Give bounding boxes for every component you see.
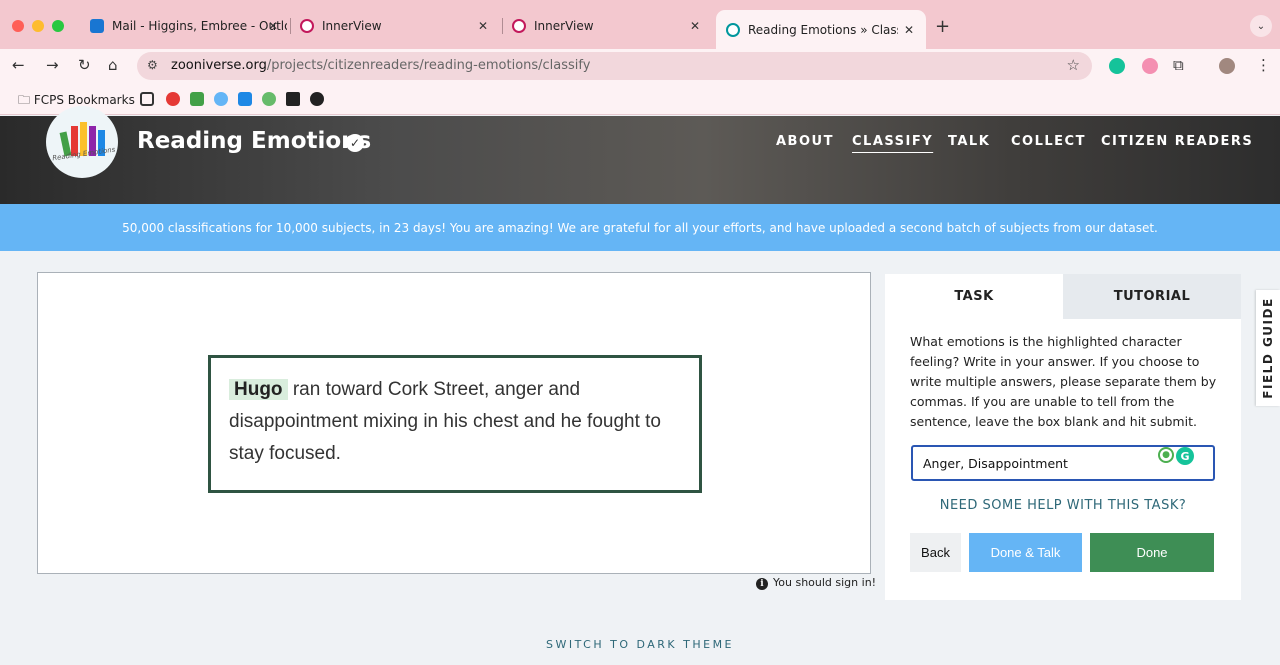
nav-talk[interactable]: TALK xyxy=(948,134,990,149)
browser-tab-bar: Mail - Higgins, Embree - Outlo ✕ InnerVi… xyxy=(0,0,1280,49)
close-tab-icon[interactable]: ✕ xyxy=(690,19,700,33)
switch-theme-link[interactable]: SWITCH TO DARK THEME xyxy=(0,638,1280,651)
bookmark-star-icon[interactable]: ☆ xyxy=(1067,56,1080,74)
close-tab-icon[interactable]: ✕ xyxy=(904,23,914,37)
project-title[interactable]: Reading Emotions xyxy=(137,128,371,154)
tab-tutorial[interactable]: TUTORIAL xyxy=(1063,274,1241,319)
new-tab-button[interactable]: + xyxy=(935,16,950,37)
tab-search-button[interactable]: ⌄ xyxy=(1250,15,1272,37)
back-arrow-icon[interactable]: ← xyxy=(12,56,25,74)
outlook-icon xyxy=(90,19,104,33)
innerview-icon xyxy=(300,19,314,33)
close-window-button[interactable] xyxy=(12,20,24,32)
tab-title: InnerView xyxy=(322,19,382,33)
profile-avatar[interactable] xyxy=(1219,58,1235,74)
nav-classify[interactable]: CLASSIFY xyxy=(852,134,933,149)
bookmark-icon[interactable] xyxy=(214,92,228,106)
nav-collect[interactable]: COLLECT xyxy=(1011,134,1086,149)
bookmark-icon[interactable] xyxy=(262,92,276,106)
url-text: zooniverse.org/projects/citizenreaders/r… xyxy=(171,58,591,73)
apps-grid-icon[interactable] xyxy=(140,92,154,106)
tab-title: Reading Emotions » Classify xyxy=(748,22,898,37)
nav-citizen-readers[interactable]: CITIZEN READERS xyxy=(1101,134,1253,149)
extensions-puzzle-icon[interactable]: ⧉ xyxy=(1173,56,1184,74)
project-logo[interactable]: Reading Emotions xyxy=(46,106,118,178)
info-icon: i xyxy=(756,578,768,590)
nav-about[interactable]: ABOUT xyxy=(776,134,834,149)
innerview-icon xyxy=(512,19,526,33)
extension-icon[interactable] xyxy=(1142,58,1158,74)
field-guide-button[interactable]: FIELD GUIDE xyxy=(1256,290,1280,406)
close-tab-icon[interactable]: ✕ xyxy=(478,19,488,33)
forward-arrow-icon[interactable]: → xyxy=(46,56,59,74)
bookmark-icon[interactable] xyxy=(190,92,204,106)
grammarly-widget[interactable]: ● G xyxy=(1158,447,1194,465)
announcement-banner: 50,000 classifications for 10,000 subjec… xyxy=(0,204,1280,251)
home-icon[interactable]: ⌂ xyxy=(108,56,118,74)
browser-tab-innerview-2[interactable]: InnerView ✕ xyxy=(512,12,712,40)
task-panel: TASK TUTORIAL What emotions is the highl… xyxy=(885,274,1241,600)
highlighted-character: Hugo xyxy=(229,379,288,400)
browser-toolbar: ← → ↻ ⌂ ⚙ zooniverse.org/projects/citize… xyxy=(0,49,1280,83)
grammarly-icon[interactable]: G xyxy=(1176,447,1194,465)
reload-icon[interactable]: ↻ xyxy=(78,56,91,74)
done-and-talk-button[interactable]: Done & Talk xyxy=(969,533,1082,572)
zooniverse-icon xyxy=(726,22,740,37)
subject-sentence: Hugo ran toward Cork Street, anger and d… xyxy=(208,355,702,493)
globe-icon[interactable] xyxy=(310,92,324,106)
done-button[interactable]: Done xyxy=(1090,533,1214,572)
bookmarks-bar: 🗀 FCPS Bookmarks xyxy=(0,83,1280,115)
bookmark-icon[interactable] xyxy=(166,92,180,106)
task-question: What emotions is the highlighted charact… xyxy=(910,334,1217,429)
signin-notice[interactable]: i You should sign in! xyxy=(756,576,876,590)
tab-title: Mail - Higgins, Embree - Outlo xyxy=(112,19,287,33)
project-header: Reading Emotions Reading Emotions ✓ ABOU… xyxy=(0,106,1280,204)
browser-menu-icon[interactable]: ⋮ xyxy=(1256,56,1271,74)
browser-tab-mail[interactable]: Mail - Higgins, Embree - Outlo ✕ xyxy=(90,12,290,40)
site-settings-icon[interactable]: ⚙ xyxy=(147,58,158,72)
book-icon[interactable] xyxy=(286,92,300,106)
minimize-window-button[interactable] xyxy=(32,20,44,32)
address-bar[interactable]: ⚙ zooniverse.org/projects/citizenreaders… xyxy=(137,52,1092,80)
browser-tab-innerview-1[interactable]: InnerView ✕ xyxy=(300,12,500,40)
lightbulb-icon[interactable]: ● xyxy=(1158,447,1174,463)
grammarly-extension-icon[interactable] xyxy=(1109,58,1125,74)
zoom-window-button[interactable] xyxy=(52,20,64,32)
back-button[interactable]: Back xyxy=(910,533,961,572)
bookmark-icon[interactable] xyxy=(238,92,252,106)
tab-title: InnerView xyxy=(534,19,594,33)
task-help-link[interactable]: NEED SOME HELP WITH THIS TASK? xyxy=(885,498,1241,513)
sentence-text: ran toward Cork Street, anger and disapp… xyxy=(229,379,661,464)
close-tab-icon[interactable]: ✕ xyxy=(268,19,278,33)
tab-task[interactable]: TASK xyxy=(885,274,1063,319)
subject-viewer[interactable]: Hugo ran toward Cork Street, anger and d… xyxy=(37,272,871,574)
verified-check-icon: ✓ xyxy=(346,134,364,152)
browser-tab-reading-emotions[interactable]: Reading Emotions » Classify ✕ xyxy=(716,10,926,49)
